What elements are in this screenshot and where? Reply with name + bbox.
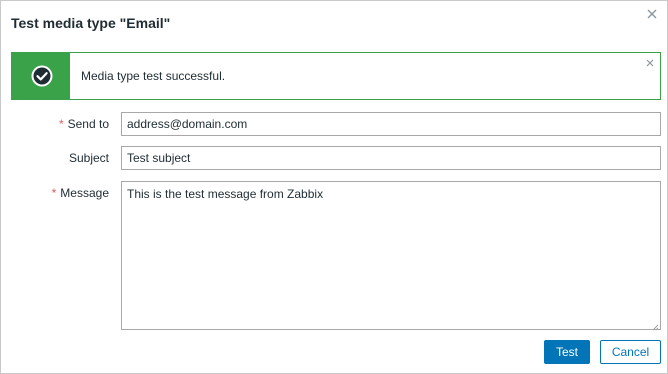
message-icon-area: [12, 53, 70, 99]
close-icon[interactable]: [643, 5, 661, 23]
send-to-label-text: Send to: [67, 117, 109, 131]
test-button[interactable]: Test: [544, 340, 590, 364]
required-marker: *: [58, 117, 64, 131]
check-circle-icon: [31, 65, 53, 87]
message-textarea[interactable]: This is the test message from Zabbix: [121, 181, 661, 330]
success-message-box: Media type test successful.: [11, 52, 661, 100]
close-icon[interactable]: [644, 57, 656, 69]
dialog-title: Test media type "Email": [11, 15, 171, 31]
success-message-text: Media type test successful.: [81, 69, 226, 83]
send-to-label: * Send to: [59, 117, 109, 131]
subject-label: Subject: [69, 151, 109, 165]
cancel-button[interactable]: Cancel: [600, 340, 661, 364]
message-label: * Message: [52, 186, 109, 200]
subject-input[interactable]: [121, 146, 661, 170]
send-to-input[interactable]: [121, 112, 661, 136]
resize-grip-icon[interactable]: [651, 320, 659, 331]
test-media-type-dialog: Test media type "Email" Media type test …: [0, 0, 668, 374]
required-marker: *: [51, 186, 57, 200]
subject-label-text: Subject: [68, 151, 109, 165]
message-label-text: Message: [60, 186, 109, 200]
